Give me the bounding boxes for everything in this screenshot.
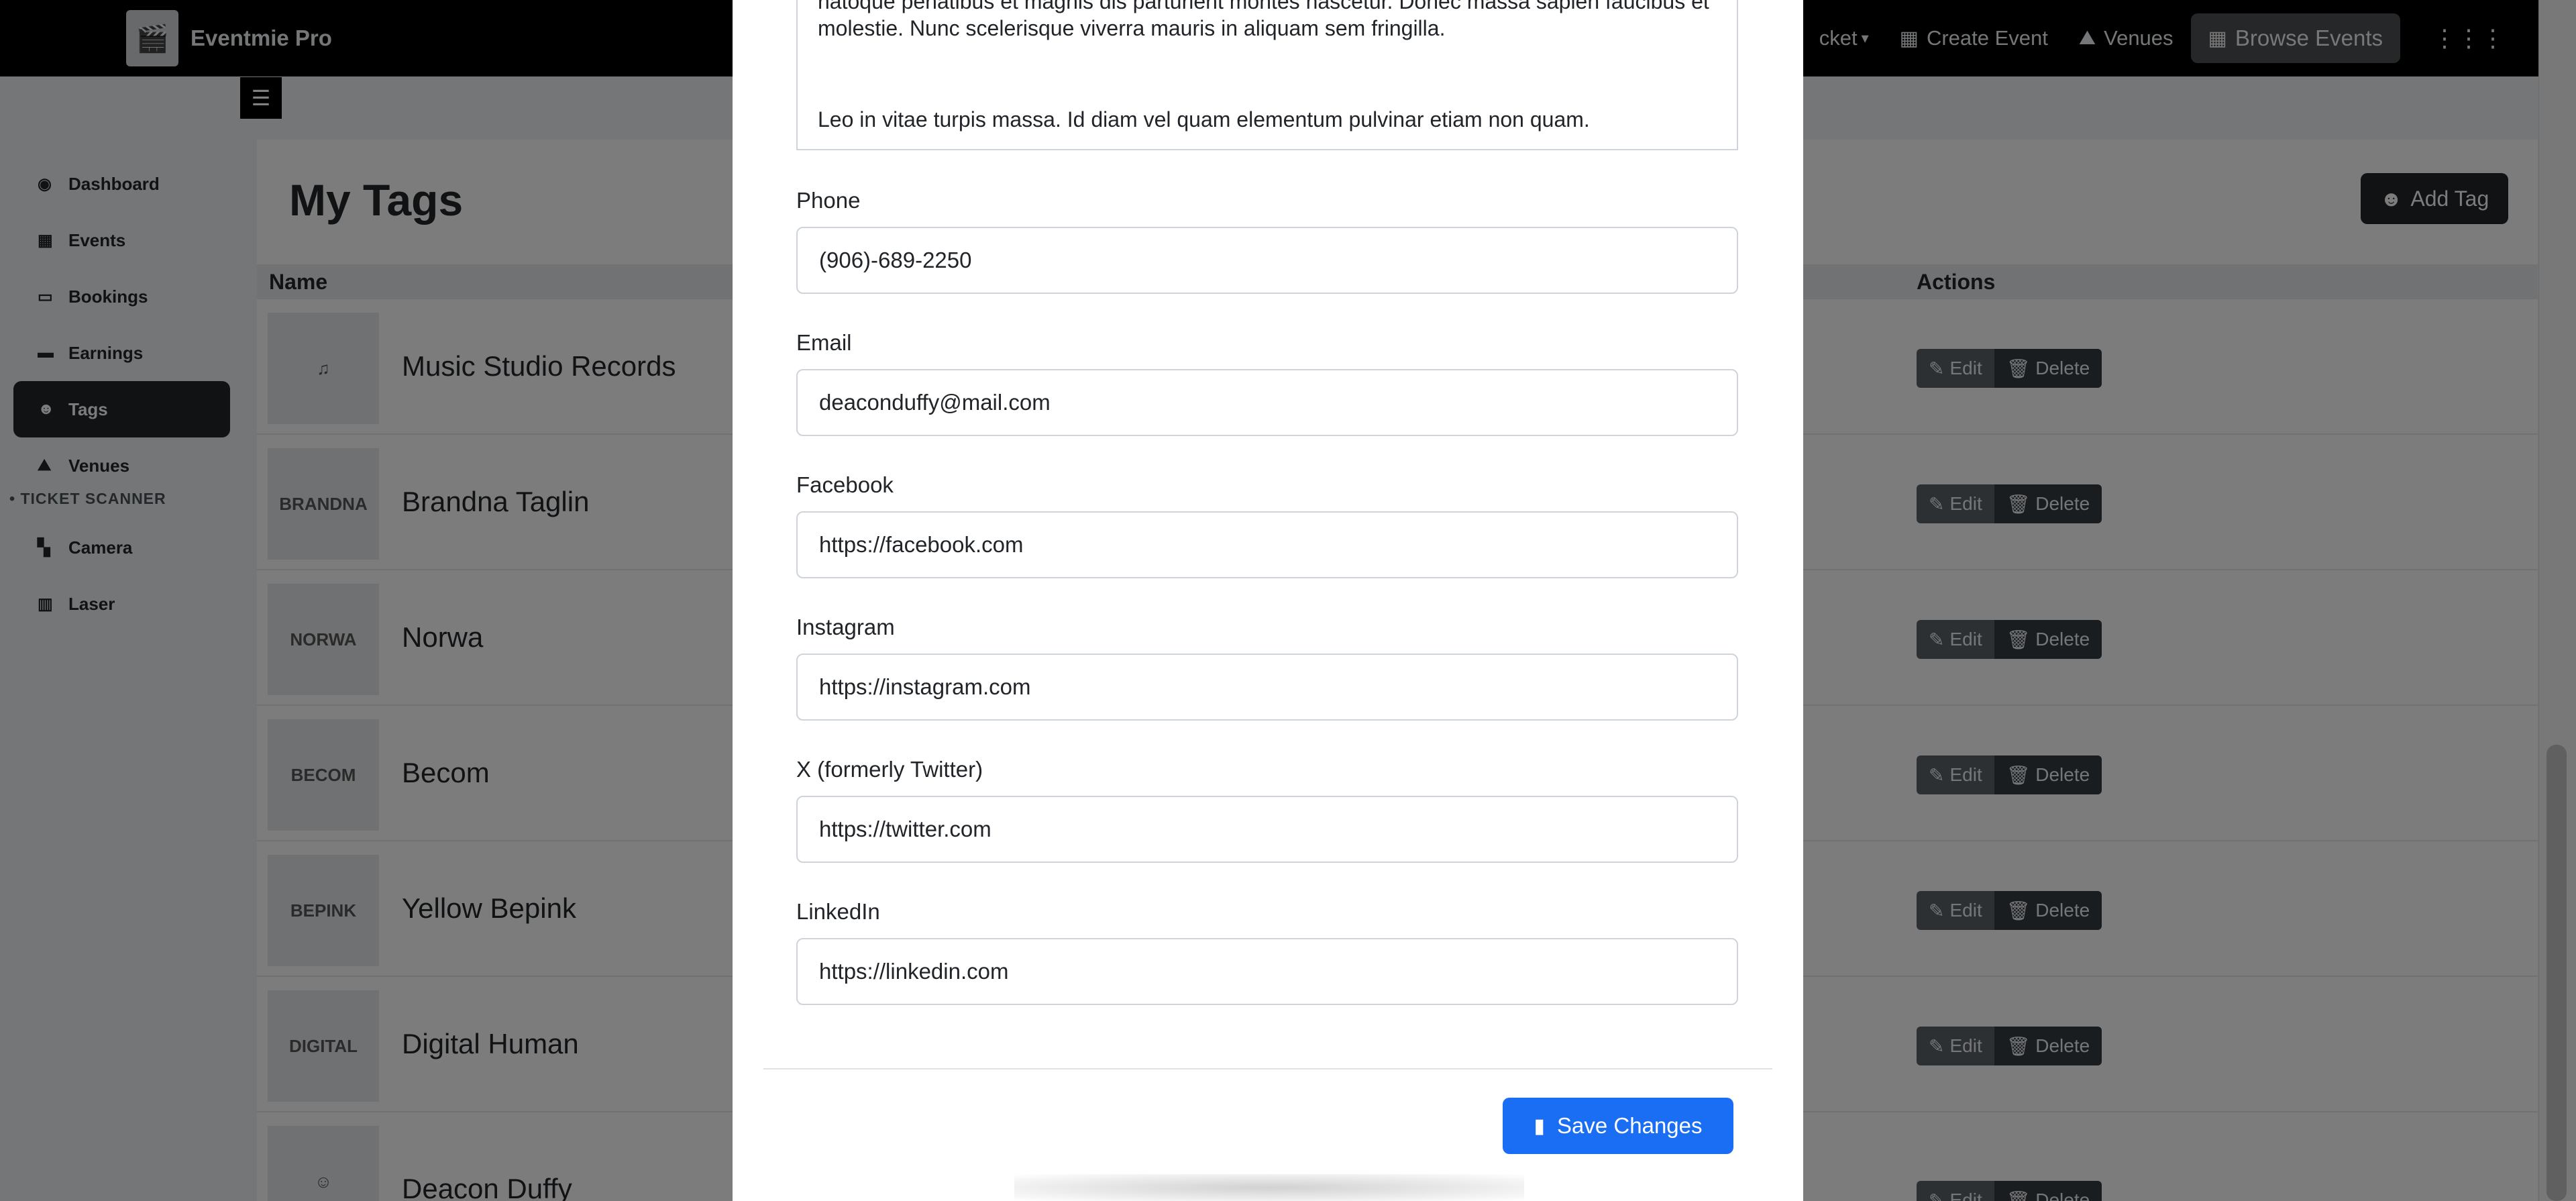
instagram-label: Instagram (796, 615, 895, 639)
modal-footer-divider (763, 1068, 1772, 1069)
facebook-value: https://facebook.com (819, 532, 1024, 557)
linkedin-input[interactable]: https://linkedin.com (796, 938, 1738, 1005)
instagram-value: https://instagram.com (819, 674, 1031, 699)
edit-tag-modal: natoque penatibus et magnis dis parturie… (733, 0, 1803, 1201)
email-label: Email (796, 330, 852, 355)
facebook-label: Facebook (796, 472, 894, 497)
email-input[interactable]: deaconduffy@mail.com (796, 369, 1738, 436)
twitter-label: X (formerly Twitter) (796, 757, 983, 782)
twitter-input[interactable]: https://twitter.com (796, 796, 1738, 863)
email-value: deaconduffy@mail.com (819, 390, 1051, 415)
description-editor[interactable]: natoque penatibus et magnis dis parturie… (796, 0, 1738, 150)
facebook-input[interactable]: https://facebook.com (796, 511, 1738, 578)
description-line: natoque penatibus et magnis dis parturie… (818, 0, 1709, 13)
phone-value: (906)-689-2250 (819, 248, 972, 272)
phone-input[interactable]: (906)-689-2250 (796, 227, 1738, 294)
save-changes-button[interactable]: ▮ Save Changes (1503, 1098, 1733, 1154)
description-line: molestie. Nunc scelerisque viverra mauri… (818, 16, 1446, 40)
instagram-input[interactable]: https://instagram.com (796, 654, 1738, 721)
save-icon: ▮ (1534, 1114, 1546, 1137)
linkedin-label: LinkedIn (796, 899, 880, 924)
twitter-value: https://twitter.com (819, 817, 991, 841)
description-line: Leo in vitae turpis massa. Id diam vel q… (818, 107, 1590, 132)
save-changes-label: Save Changes (1557, 1113, 1703, 1138)
modal-shadow (1014, 1174, 1524, 1201)
phone-label: Phone (796, 188, 861, 213)
linkedin-value: https://linkedin.com (819, 959, 1009, 984)
